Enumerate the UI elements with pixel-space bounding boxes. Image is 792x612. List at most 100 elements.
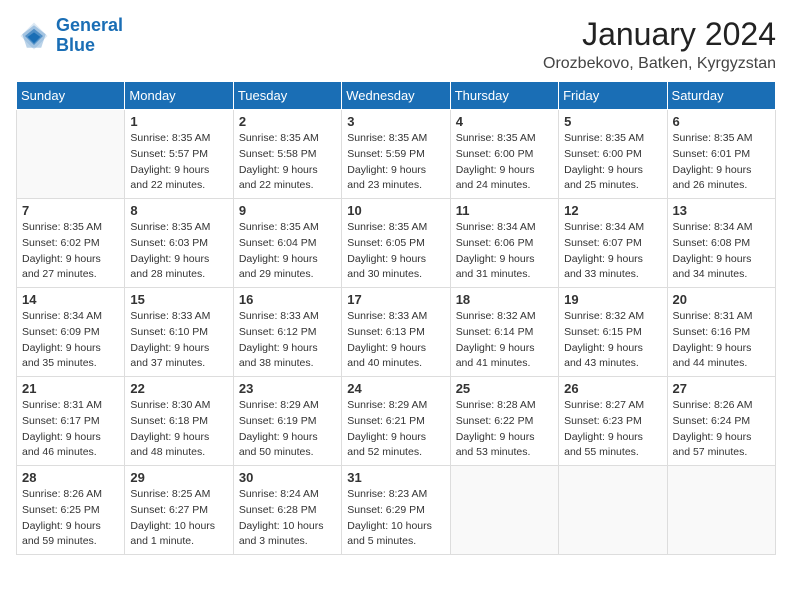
day-number: 22 (130, 381, 227, 396)
day-info: Sunrise: 8:34 AMSunset: 6:06 PMDaylight:… (456, 220, 553, 283)
calendar-cell-w5-d3: 31Sunrise: 8:23 AMSunset: 6:29 PMDayligh… (342, 466, 450, 555)
day-info: Sunrise: 8:32 AMSunset: 6:14 PMDaylight:… (456, 309, 553, 372)
day-info: Sunrise: 8:29 AMSunset: 6:19 PMDaylight:… (239, 398, 336, 461)
calendar-cell-w4-d4: 25 Sunrise: 8:28 AMSunset: 6:22 PMDayligh… (450, 377, 558, 466)
calendar-cell-w2-d1: 8 Sunrise: 8:35 AMSunset: 6:03 PMDaylight… (125, 199, 233, 288)
day-info: Sunrise: 8:26 AMSunset: 6:24 PMDaylight:… (673, 398, 770, 461)
logo-icon (16, 18, 52, 54)
day-info: Sunrise: 8:28 AMSunset: 6:22 PMDaylight:… (456, 398, 553, 461)
page-header: General Blue January 2024 Orozbekovo, Ba… (16, 16, 776, 73)
day-info: Sunrise: 8:35 AMSunset: 6:03 PMDaylight:… (130, 220, 227, 283)
day-info: Sunrise: 8:35 AMSunset: 5:59 PMDaylight:… (347, 131, 444, 194)
calendar-cell-w2-d4: 11 Sunrise: 8:34 AMSunset: 6:06 PMDayligh… (450, 199, 558, 288)
title-area: January 2024 Orozbekovo, Batken, Kyrgyzs… (543, 16, 776, 73)
day-number: 30 (239, 470, 336, 485)
calendar-cell-w3-d1: 15 Sunrise: 8:33 AMSunset: 6:10 PMDayligh… (125, 288, 233, 377)
day-number: 26 (564, 381, 661, 396)
day-info: Sunrise: 8:35 AMSunset: 6:01 PMDaylight:… (673, 131, 770, 194)
calendar-cell-w5-d1: 29 Sunrise: 8:25 AMSunset: 6:27 PMDayligh… (125, 466, 233, 555)
day-number: 23 (239, 381, 336, 396)
day-number: 6 (673, 114, 770, 129)
day-info: Sunrise: 8:34 AMSunset: 6:07 PMDaylight:… (564, 220, 661, 283)
day-number: 25 (456, 381, 553, 396)
week-row-2: 7Sunrise: 8:35 AMSunset: 6:02 PMDaylight… (17, 199, 776, 288)
header-tuesday: Tuesday (233, 82, 341, 110)
calendar-cell-w3-d5: 19 Sunrise: 8:32 AMSunset: 6:15 PMDayligh… (559, 288, 667, 377)
header-friday: Friday (559, 82, 667, 110)
day-info: Sunrise: 8:33 AMSunset: 6:13 PMDaylight:… (347, 309, 444, 372)
calendar-cell-w1-d5: 5 Sunrise: 8:35 AMSunset: 6:00 PMDaylight… (559, 110, 667, 199)
day-number: 31 (347, 470, 444, 485)
day-number: 8 (130, 203, 227, 218)
calendar-cell-w5-d2: 30 Sunrise: 8:24 AMSunset: 6:28 PMDayligh… (233, 466, 341, 555)
calendar-cell-w3-d4: 18 Sunrise: 8:32 AMSunset: 6:14 PMDayligh… (450, 288, 558, 377)
day-info: Sunrise: 8:27 AMSunset: 6:23 PMDaylight:… (564, 398, 661, 461)
header-saturday: Saturday (667, 82, 775, 110)
day-number: 16 (239, 292, 336, 307)
location: Orozbekovo, Batken, Kyrgyzstan (543, 55, 776, 73)
day-number: 15 (130, 292, 227, 307)
day-number: 28 (22, 470, 119, 485)
day-number: 21 (22, 381, 119, 396)
day-number: 13 (673, 203, 770, 218)
calendar-cell-w3-d2: 16 Sunrise: 8:33 AMSunset: 6:12 PMDayligh… (233, 288, 341, 377)
logo-line2: Blue (56, 35, 95, 55)
calendar-cell-w3-d3: 17 Sunrise: 8:33 AMSunset: 6:13 PMDayligh… (342, 288, 450, 377)
day-info: Sunrise: 8:35 AMSunset: 5:58 PMDaylight:… (239, 131, 336, 194)
day-number: 14 (22, 292, 119, 307)
header-thursday: Thursday (450, 82, 558, 110)
day-number: 11 (456, 203, 553, 218)
day-info: Sunrise: 8:33 AMSunset: 6:12 PMDaylight:… (239, 309, 336, 372)
calendar-cell-w5-d6 (667, 466, 775, 555)
day-info: Sunrise: 8:35 AMSunset: 5:57 PMDaylight:… (130, 131, 227, 194)
day-number: 1 (130, 114, 227, 129)
calendar-cell-w1-d3: 3Sunrise: 8:35 AMSunset: 5:59 PMDaylight… (342, 110, 450, 199)
day-number: 5 (564, 114, 661, 129)
day-number: 19 (564, 292, 661, 307)
calendar-cell-w5-d0: 28 Sunrise: 8:26 AMSunset: 6:25 PMDayligh… (17, 466, 125, 555)
header-wednesday: Wednesday (342, 82, 450, 110)
calendar-cell-w1-d6: 6 Sunrise: 8:35 AMSunset: 6:01 PMDaylight… (667, 110, 775, 199)
calendar-cell-w4-d6: 27 Sunrise: 8:26 AMSunset: 6:24 PMDayligh… (667, 377, 775, 466)
day-info: Sunrise: 8:31 AMSunset: 6:17 PMDaylight:… (22, 398, 119, 461)
calendar-cell-w2-d5: 12 Sunrise: 8:34 AMSunset: 6:07 PMDayligh… (559, 199, 667, 288)
week-row-4: 21 Sunrise: 8:31 AMSunset: 6:17 PMDayligh… (17, 377, 776, 466)
day-number: 20 (673, 292, 770, 307)
week-row-1: 1 Sunrise: 8:35 AMSunset: 5:57 PMDaylight… (17, 110, 776, 199)
day-number: 10 (347, 203, 444, 218)
calendar-cell-w3-d6: 20 Sunrise: 8:31 AMSunset: 6:16 PMDayligh… (667, 288, 775, 377)
day-info: Sunrise: 8:35 AMSunset: 6:05 PMDaylight:… (347, 220, 444, 283)
header-sunday: Sunday (17, 82, 125, 110)
week-row-5: 28 Sunrise: 8:26 AMSunset: 6:25 PMDayligh… (17, 466, 776, 555)
day-number: 17 (347, 292, 444, 307)
calendar-cell-w4-d0: 21 Sunrise: 8:31 AMSunset: 6:17 PMDayligh… (17, 377, 125, 466)
day-info: Sunrise: 8:35 AMSunset: 6:00 PMDaylight:… (564, 131, 661, 194)
calendar-cell-w1-d1: 1 Sunrise: 8:35 AMSunset: 5:57 PMDaylight… (125, 110, 233, 199)
day-info: Sunrise: 8:26 AMSunset: 6:25 PMDaylight:… (22, 487, 119, 550)
calendar-cell-w4-d3: 24Sunrise: 8:29 AMSunset: 6:21 PMDayligh… (342, 377, 450, 466)
calendar-table: Sunday Monday Tuesday Wednesday Thursday… (16, 81, 776, 555)
day-number: 7 (22, 203, 119, 218)
day-info: Sunrise: 8:33 AMSunset: 6:10 PMDaylight:… (130, 309, 227, 372)
calendar-cell-w2-d3: 10 Sunrise: 8:35 AMSunset: 6:05 PMDayligh… (342, 199, 450, 288)
day-number: 24 (347, 381, 444, 396)
day-info: Sunrise: 8:25 AMSunset: 6:27 PMDaylight:… (130, 487, 227, 550)
day-info: Sunrise: 8:31 AMSunset: 6:16 PMDaylight:… (673, 309, 770, 372)
day-info: Sunrise: 8:34 AMSunset: 6:08 PMDaylight:… (673, 220, 770, 283)
month-title: January 2024 (543, 16, 776, 53)
day-number: 12 (564, 203, 661, 218)
day-number: 27 (673, 381, 770, 396)
calendar-cell-w4-d1: 22 Sunrise: 8:30 AMSunset: 6:18 PMDayligh… (125, 377, 233, 466)
day-info: Sunrise: 8:32 AMSunset: 6:15 PMDaylight:… (564, 309, 661, 372)
day-number: 4 (456, 114, 553, 129)
logo: General Blue (16, 16, 123, 56)
day-number: 9 (239, 203, 336, 218)
day-info: Sunrise: 8:30 AMSunset: 6:18 PMDaylight:… (130, 398, 227, 461)
day-number: 29 (130, 470, 227, 485)
day-number: 18 (456, 292, 553, 307)
calendar-cell-w4-d5: 26 Sunrise: 8:27 AMSunset: 6:23 PMDayligh… (559, 377, 667, 466)
calendar-cell-w1-d4: 4Sunrise: 8:35 AMSunset: 6:00 PMDaylight… (450, 110, 558, 199)
logo-line1: General (56, 15, 123, 35)
day-info: Sunrise: 8:24 AMSunset: 6:28 PMDaylight:… (239, 487, 336, 550)
calendar-cell-w2-d0: 7Sunrise: 8:35 AMSunset: 6:02 PMDaylight… (17, 199, 125, 288)
